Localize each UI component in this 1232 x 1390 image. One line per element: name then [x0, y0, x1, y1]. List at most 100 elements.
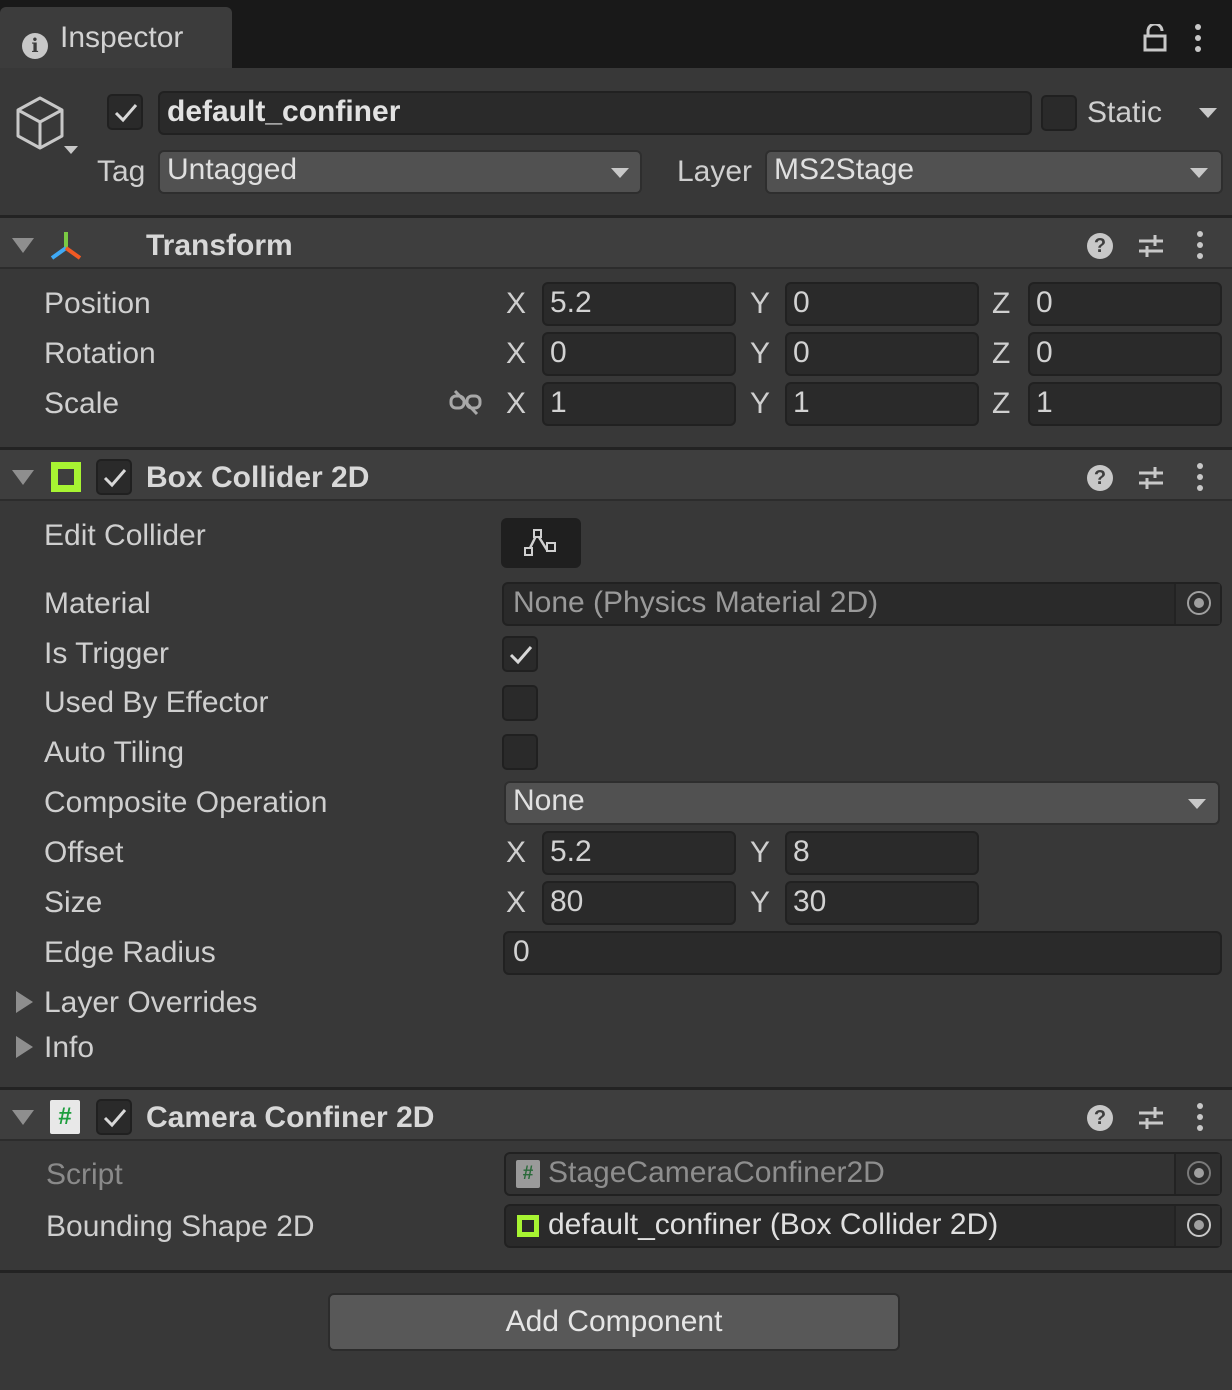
used-by-effector-checkbox[interactable]: [502, 685, 538, 721]
position-x-field[interactable]: 5.2: [542, 282, 736, 326]
component-menu-icon[interactable]: [1197, 463, 1203, 491]
material-field[interactable]: None (Physics Material 2D): [502, 582, 1222, 626]
chevron-down-icon: [611, 168, 629, 178]
box-collider-icon: [51, 462, 81, 492]
chevron-down-icon: [1188, 799, 1206, 809]
auto-tiling-label: Auto Tiling: [44, 736, 185, 769]
scale-label: Scale: [44, 387, 120, 420]
camera-confiner-title: Camera Confiner 2D: [146, 1101, 435, 1134]
divider: [0, 1270, 1232, 1273]
scale-y-field[interactable]: 1: [785, 382, 979, 426]
edit-collider-button[interactable]: [501, 518, 581, 568]
script-value: StageCameraConfiner2D: [548, 1156, 885, 1189]
scale-z-field[interactable]: 1: [1028, 382, 1222, 426]
object-picker-icon[interactable]: [1174, 584, 1220, 624]
axis-z-label: Z: [992, 337, 1011, 370]
tag-dropdown[interactable]: Untagged: [158, 150, 642, 194]
axis-x-label: X: [506, 287, 527, 320]
help-icon[interactable]: ?: [1087, 1105, 1113, 1131]
axis-z-label: Z: [992, 387, 1011, 420]
edge-radius-label: Edge Radius: [44, 936, 216, 969]
layer-dropdown[interactable]: MS2Stage: [765, 150, 1223, 194]
position-z-field[interactable]: 0: [1028, 282, 1222, 326]
tab-menu-icon[interactable]: [1195, 24, 1201, 52]
transform-header[interactable]: Transform ?: [0, 215, 1232, 269]
box-collider-header[interactable]: Box Collider 2D ?: [0, 447, 1232, 501]
box-collider-enabled-checkbox[interactable]: [96, 459, 132, 495]
help-icon[interactable]: ?: [1087, 465, 1113, 491]
composite-operation-label: Composite Operation: [44, 786, 328, 819]
size-x-field[interactable]: 80: [542, 881, 736, 925]
size-y-field[interactable]: 30: [785, 881, 979, 925]
chevron-down-icon: [1190, 168, 1208, 178]
add-component-button[interactable]: Add Component: [328, 1293, 900, 1351]
transform-icon: [50, 232, 82, 260]
foldout-expanded-icon[interactable]: [12, 1110, 34, 1125]
axis-y-label: Y: [750, 836, 771, 869]
box-collider-icon: [517, 1215, 539, 1237]
edge-radius-field[interactable]: 0: [503, 931, 1222, 975]
rotation-z-field[interactable]: 0: [1028, 332, 1222, 376]
camera-confiner-header[interactable]: # Camera Confiner 2D ?: [0, 1087, 1232, 1141]
gameobject-name-field[interactable]: default_confiner: [158, 91, 1032, 135]
foldout-collapsed-icon[interactable]: [16, 991, 33, 1013]
foldout-expanded-icon[interactable]: [12, 238, 34, 253]
position-label: Position: [44, 287, 151, 320]
object-picker-icon[interactable]: [1174, 1206, 1220, 1246]
static-dropdown-icon[interactable]: [1199, 108, 1217, 118]
inspector-tab-title: Inspector: [60, 21, 184, 54]
offset-x-field[interactable]: 5.2: [542, 831, 736, 875]
script-field: # StageCameraConfiner2D: [504, 1152, 1222, 1196]
constrain-proportions-icon[interactable]: [449, 389, 483, 417]
gameobject-active-checkbox[interactable]: [107, 94, 143, 130]
auto-tiling-checkbox[interactable]: [502, 734, 538, 770]
layer-overrides-foldout[interactable]: Layer Overrides: [44, 986, 257, 1020]
layer-label: Layer: [677, 155, 753, 188]
axis-z-label: Z: [992, 287, 1011, 320]
transform-title: Transform: [146, 229, 293, 262]
gameobject-cube-icon[interactable]: [12, 94, 84, 158]
component-menu-icon[interactable]: [1197, 231, 1203, 259]
box-collider-title: Box Collider 2D: [146, 461, 370, 494]
axis-y-label: Y: [750, 387, 771, 420]
foldout-expanded-icon[interactable]: [12, 470, 34, 485]
lock-icon[interactable]: [1143, 24, 1167, 52]
help-icon[interactable]: ?: [1087, 233, 1113, 259]
preset-icon[interactable]: [1137, 1105, 1165, 1131]
rotation-x-field[interactable]: 0: [542, 332, 736, 376]
composite-operation-value: None: [513, 784, 585, 817]
camera-confiner-enabled-checkbox[interactable]: [96, 1099, 132, 1135]
axis-x-label: X: [506, 886, 527, 919]
component-menu-icon[interactable]: [1197, 1103, 1203, 1131]
material-value: None (Physics Material 2D): [513, 586, 879, 619]
position-y-field[interactable]: 0: [785, 282, 979, 326]
composite-operation-dropdown[interactable]: None: [504, 781, 1220, 825]
tag-label: Tag: [97, 155, 146, 188]
is-trigger-label: Is Trigger: [44, 637, 170, 670]
foldout-collapsed-icon[interactable]: [16, 1036, 33, 1058]
inspector-tab-bar: i Inspector: [0, 0, 1232, 68]
axis-y-label: Y: [750, 287, 771, 320]
script-label: Script: [46, 1158, 123, 1191]
rotation-y-field[interactable]: 0: [785, 332, 979, 376]
rotation-label: Rotation: [44, 337, 156, 370]
preset-icon[interactable]: [1137, 465, 1165, 491]
tag-value: Untagged: [167, 153, 298, 186]
script-icon: #: [50, 1100, 80, 1134]
size-label: Size: [44, 886, 103, 919]
bounding-shape-field[interactable]: default_confiner (Box Collider 2D): [504, 1204, 1222, 1248]
axis-y-label: Y: [750, 337, 771, 370]
static-label: Static: [1087, 96, 1163, 129]
inspector-tab[interactable]: i Inspector: [0, 7, 232, 68]
scale-x-field[interactable]: 1: [542, 382, 736, 426]
script-icon: #: [516, 1160, 540, 1188]
bounding-shape-label: Bounding Shape 2D: [46, 1210, 315, 1243]
is-trigger-checkbox[interactable]: [502, 636, 538, 672]
used-by-effector-label: Used By Effector: [44, 686, 269, 719]
axis-x-label: X: [506, 337, 527, 370]
info-foldout[interactable]: Info: [44, 1031, 94, 1065]
static-checkbox[interactable]: [1041, 95, 1077, 131]
material-label: Material: [44, 587, 151, 620]
preset-icon[interactable]: [1137, 233, 1165, 259]
offset-y-field[interactable]: 8: [785, 831, 979, 875]
